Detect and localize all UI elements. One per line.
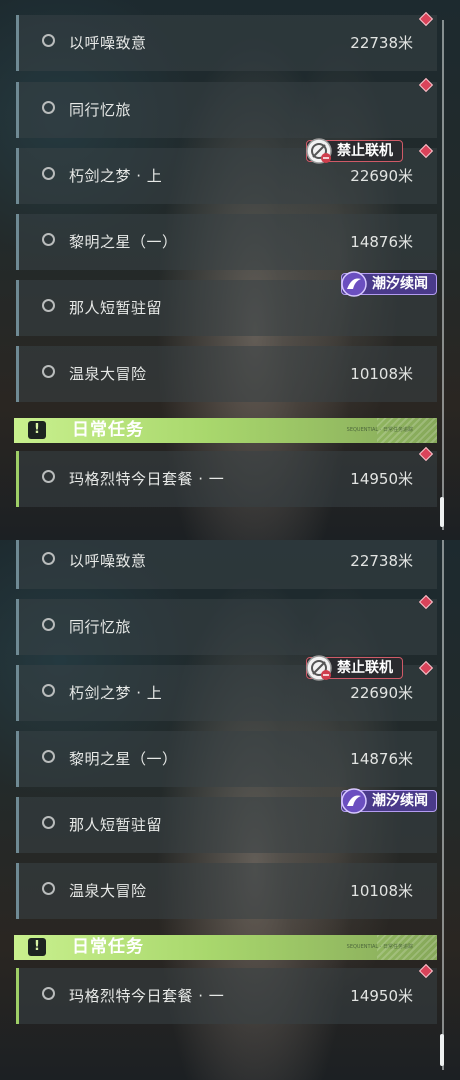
quest-distance: 10108米 (350, 882, 413, 900)
quest-list-panel: 以呼噪致意 22738米 同行忆旅 朽剑之梦 · 上 22690米 黎明之星（一… (0, 0, 460, 540)
quest-name: 以呼噪致意 (69, 552, 147, 570)
exclamation-icon: ! (28, 421, 46, 439)
quest-name: 黎明之星（一） (69, 233, 178, 251)
exclamation-icon: ! (28, 938, 46, 956)
daily-quest-section-header[interactable]: ! 日常任务 SEQUENTIAL · 日常任务追踪 (14, 935, 437, 960)
quest-name: 温泉大冒险 (69, 882, 147, 900)
radio-icon[interactable] (42, 816, 55, 829)
radio-icon[interactable] (42, 470, 55, 483)
radio-icon[interactable] (42, 34, 55, 47)
tag-label: 潮汐续闻 (372, 276, 428, 292)
tag-label: 潮汐续闻 (372, 793, 428, 809)
quest-row[interactable]: 同行忆旅 (16, 599, 437, 655)
quest-row[interactable]: 温泉大冒险 10108米 (16, 863, 437, 919)
tidal-icon (341, 788, 367, 814)
radio-icon[interactable] (42, 618, 55, 631)
quest-name: 同行忆旅 (69, 101, 132, 119)
quest-name: 玛格烈特今日套餐 · 一 (69, 987, 225, 1005)
scrollbar-thumb[interactable] (440, 497, 444, 527)
tidal-tag: 潮汐续闻 (341, 271, 437, 297)
quest-row[interactable]: 以呼噪致意 22738米 (16, 540, 437, 589)
radio-icon[interactable] (42, 552, 55, 565)
tag-label: 禁止联机 (337, 143, 393, 159)
daily-quest-section-header[interactable]: ! 日常任务 SEQUENTIAL · 日常任务追踪 (14, 418, 437, 443)
section-subtext: SEQUENTIAL · 日常任务追踪 (346, 944, 413, 950)
radio-icon[interactable] (42, 750, 55, 763)
section-title: 日常任务 (72, 420, 144, 440)
radio-icon[interactable] (42, 987, 55, 1000)
radio-icon[interactable] (42, 299, 55, 312)
quest-name: 那人短暂驻留 (69, 299, 163, 317)
quest-distance: 14950米 (350, 987, 413, 1005)
quest-distance: 14876米 (350, 233, 413, 251)
quest-distance: 14876米 (350, 750, 413, 768)
quest-distance: 22738米 (350, 34, 413, 52)
radio-icon[interactable] (42, 365, 55, 378)
radio-icon[interactable] (42, 233, 55, 246)
radio-icon[interactable] (42, 684, 55, 697)
section-title: 日常任务 (72, 937, 144, 957)
quest-row[interactable]: 以呼噪致意 22738米 (16, 15, 437, 71)
no-multiplayer-icon (306, 138, 332, 164)
tidal-tag: 潮汐续闻 (341, 788, 437, 814)
quest-list-panel: 以呼噪致意 22738米 同行忆旅 朽剑之梦 · 上 22690米 黎明之星（一… (0, 540, 460, 1080)
quest-name: 朽剑之梦 · 上 (69, 167, 163, 185)
radio-icon[interactable] (42, 167, 55, 180)
scrollbar-track[interactable] (442, 20, 444, 530)
quest-name: 同行忆旅 (69, 618, 132, 636)
radio-icon[interactable] (42, 882, 55, 895)
quest-name: 温泉大冒险 (69, 365, 147, 383)
tag-label: 禁止联机 (337, 660, 393, 676)
scrollbar-thumb[interactable] (440, 1034, 444, 1066)
quest-distance: 10108米 (350, 365, 413, 383)
scrollbar-track[interactable] (442, 540, 444, 1070)
quest-distance: 14950米 (350, 470, 413, 488)
quest-name: 以呼噪致意 (69, 34, 147, 52)
no-multiplayer-tag: 禁止联机 (306, 655, 403, 681)
quest-row[interactable]: 黎明之星（一） 14876米 (16, 731, 437, 787)
quest-row[interactable]: 玛格烈特今日套餐 · 一 14950米 (16, 451, 437, 507)
section-subtext: SEQUENTIAL · 日常任务追踪 (346, 427, 413, 433)
quest-name: 朽剑之梦 · 上 (69, 684, 163, 702)
quest-row[interactable]: 同行忆旅 (16, 82, 437, 138)
quest-row[interactable]: 温泉大冒险 10108米 (16, 346, 437, 402)
no-multiplayer-icon (306, 655, 332, 681)
quest-distance: 22738米 (350, 552, 413, 570)
radio-icon[interactable] (42, 101, 55, 114)
quest-name: 那人短暂驻留 (69, 816, 163, 834)
quest-row[interactable]: 玛格烈特今日套餐 · 一 14950米 (16, 968, 437, 1024)
tidal-icon (341, 271, 367, 297)
quest-name: 玛格烈特今日套餐 · 一 (69, 470, 225, 488)
no-multiplayer-tag: 禁止联机 (306, 138, 403, 164)
quest-name: 黎明之星（一） (69, 750, 178, 768)
quest-row[interactable]: 黎明之星（一） 14876米 (16, 214, 437, 270)
